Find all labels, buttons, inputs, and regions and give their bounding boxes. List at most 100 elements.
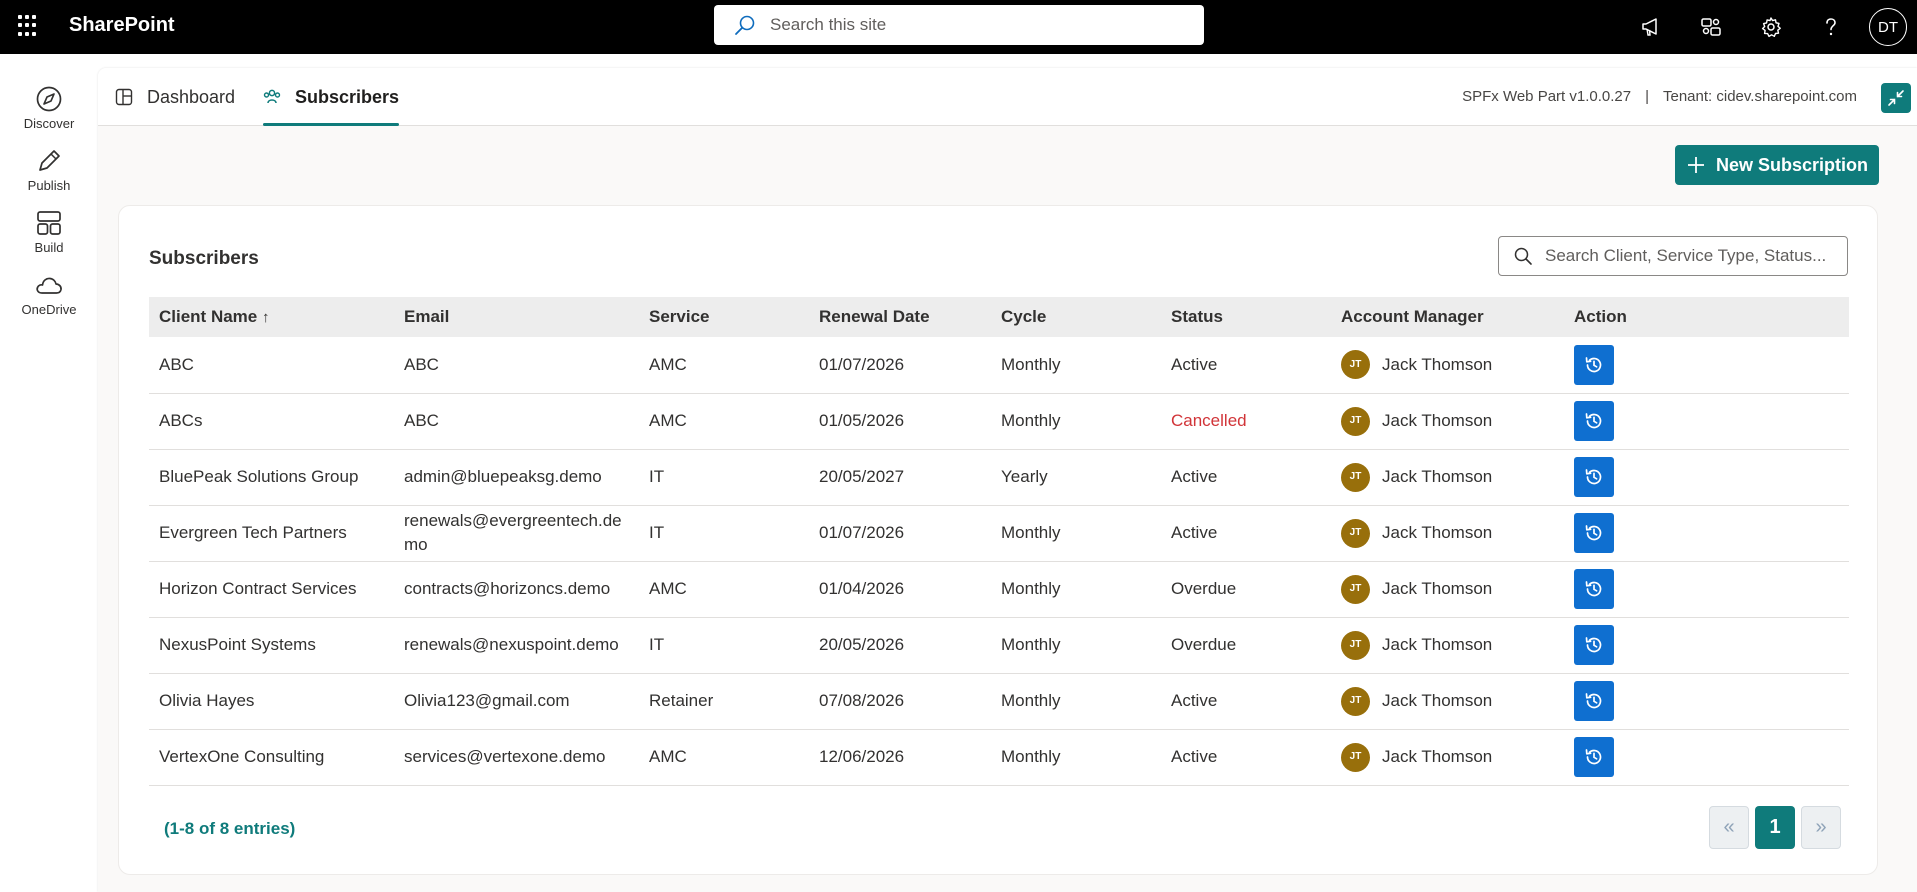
suite-bar: SharePoint DT bbox=[0, 0, 1917, 54]
table-row: VertexOne Consulting services@vertexone.d… bbox=[149, 729, 1849, 786]
column-header-account-manager[interactable]: Account Manager bbox=[1331, 297, 1564, 337]
user-avatar[interactable]: DT bbox=[1869, 8, 1907, 46]
renewal-history-button[interactable] bbox=[1574, 625, 1614, 665]
column-header-client[interactable]: Client Name ↑ bbox=[149, 297, 394, 337]
renewal-history-button[interactable] bbox=[1574, 569, 1614, 609]
table-row: Olivia Hayes Olivia123@gmail.com Retainer 0… bbox=[149, 673, 1849, 730]
email-cell: renewals@nexuspoint.demo bbox=[394, 617, 639, 674]
app-bar: Discover Publish Build OneDrive bbox=[0, 54, 98, 892]
column-header-service[interactable]: Service bbox=[639, 297, 809, 337]
renewal-date-cell: 20/05/2026 bbox=[809, 617, 991, 674]
account-manager-cell: JT Jack Thomson bbox=[1331, 505, 1564, 562]
renewal-date-cell: 01/07/2026 bbox=[809, 337, 991, 394]
email-text: renewals@nexuspoint.demo bbox=[404, 635, 619, 654]
column-header-action: Action bbox=[1574, 307, 1627, 326]
service-cell: AMC bbox=[639, 561, 809, 618]
manager-avatar: JT bbox=[1341, 462, 1370, 492]
email-cell: ABC bbox=[394, 337, 639, 394]
suite-actions: DT bbox=[1621, 0, 1917, 54]
page-button-current[interactable]: 1 bbox=[1755, 806, 1795, 849]
tab-subscribers[interactable]: Subscribers bbox=[263, 68, 400, 126]
email-text: ABC bbox=[404, 411, 439, 430]
manager-avatar: JT bbox=[1341, 574, 1370, 604]
column-header-cycle[interactable]: Cycle bbox=[991, 297, 1161, 337]
app-title[interactable]: SharePoint bbox=[69, 14, 175, 37]
appbar-item-discover[interactable]: Discover bbox=[0, 84, 98, 142]
column-label: Client Name bbox=[159, 307, 258, 326]
manager-name: Jack Thomson bbox=[1382, 411, 1493, 430]
table-header-row: Client Name ↑ Email Service Renewal Date… bbox=[149, 297, 1849, 337]
history-icon bbox=[1585, 581, 1602, 597]
status-cell: Active bbox=[1161, 729, 1331, 786]
action-cell bbox=[1564, 449, 1849, 506]
cycle-cell: Monthly bbox=[991, 393, 1161, 450]
megaphone-icon[interactable] bbox=[1621, 0, 1681, 54]
action-cell bbox=[1564, 617, 1849, 674]
people-icon bbox=[263, 88, 281, 106]
site-search-box[interactable] bbox=[714, 5, 1204, 45]
entries-summary: (1-8 of 8 entries) bbox=[164, 819, 296, 838]
appbar-item-onedrive[interactable]: OneDrive bbox=[0, 270, 98, 328]
gear-icon[interactable] bbox=[1741, 0, 1801, 54]
appbar-label: OneDrive bbox=[21, 302, 77, 317]
client-name-cell: Horizon Contract Services bbox=[149, 561, 394, 618]
webpart-meta: SPFx Web Part v1.0.0.27 | Tenant: cidev.… bbox=[1462, 88, 1857, 105]
site-search-input[interactable] bbox=[770, 15, 1190, 35]
cycle-cell: Monthly bbox=[991, 505, 1161, 562]
cycle-cell: Monthly bbox=[991, 561, 1161, 618]
help-icon[interactable] bbox=[1801, 0, 1861, 54]
table-row: NexusPoint Systems renewals@nexuspoint.de… bbox=[149, 617, 1849, 674]
previous-page-button[interactable]: « bbox=[1709, 806, 1749, 849]
history-icon bbox=[1585, 637, 1602, 653]
status-text: Cancelled bbox=[1171, 411, 1247, 430]
table-search-input[interactable] bbox=[1545, 246, 1845, 266]
status-cell: Active bbox=[1161, 673, 1331, 730]
next-page-button[interactable]: » bbox=[1801, 806, 1841, 849]
appbar-item-publish[interactable]: Publish bbox=[0, 146, 98, 204]
manager-avatar: JT bbox=[1341, 518, 1370, 548]
status-text: Active bbox=[1171, 467, 1218, 486]
renewal-date-cell: 07/08/2026 bbox=[809, 673, 991, 730]
email-cell: admin@bluepeaksg.demo bbox=[394, 449, 639, 506]
app-launcher-icon[interactable] bbox=[18, 15, 40, 37]
search-icon bbox=[735, 15, 755, 35]
renewal-history-button[interactable] bbox=[1574, 681, 1614, 721]
collapse-button[interactable] bbox=[1881, 83, 1911, 113]
compass-icon bbox=[36, 86, 62, 112]
new-subscription-label: New Subscription bbox=[1715, 154, 1868, 175]
service-cell: IT bbox=[639, 617, 809, 674]
client-name-cell: BluePeak Solutions Group bbox=[149, 449, 394, 506]
service-cell: AMC bbox=[639, 729, 809, 786]
email-text: admin@bluepeaksg.demo bbox=[404, 467, 602, 486]
client-name-cell: ABCs bbox=[149, 393, 394, 450]
pen-icon bbox=[39, 150, 60, 171]
history-icon bbox=[1585, 413, 1602, 429]
column-header-renewal-date[interactable]: Renewal Date bbox=[809, 297, 991, 337]
account-manager-cell: JT Jack Thomson bbox=[1331, 729, 1564, 786]
status-text: Overdue bbox=[1171, 635, 1237, 654]
new-subscription-button[interactable]: New Subscription bbox=[1675, 145, 1879, 185]
cycle-cell: Monthly bbox=[991, 673, 1161, 730]
column-header-email[interactable]: Email bbox=[394, 297, 639, 337]
column-header-status[interactable]: Status bbox=[1161, 297, 1331, 337]
cycle-cell: Monthly bbox=[991, 729, 1161, 786]
feedback-icon[interactable] bbox=[1681, 0, 1741, 54]
renewal-history-button[interactable] bbox=[1574, 737, 1614, 777]
renewal-date-cell: 20/05/2027 bbox=[809, 449, 991, 506]
tab-bar: Dashboard Subscribers SPFx Web Part v1.0… bbox=[98, 68, 1917, 126]
tab-dashboard[interactable]: Dashboard bbox=[115, 68, 235, 126]
appbar-item-build[interactable]: Build bbox=[0, 208, 98, 266]
status-text: Active bbox=[1171, 354, 1218, 374]
dashboard-icon bbox=[115, 88, 133, 106]
action-cell bbox=[1564, 729, 1849, 786]
renewal-history-button[interactable] bbox=[1574, 344, 1614, 385]
renewal-date-cell: 01/05/2026 bbox=[809, 393, 991, 450]
renewal-history-button[interactable] bbox=[1574, 513, 1614, 553]
table-search-box[interactable] bbox=[1498, 236, 1848, 276]
renewal-history-button[interactable] bbox=[1574, 457, 1614, 497]
renewal-history-button[interactable] bbox=[1574, 401, 1614, 441]
table-row: Horizon Contract Services contracts@horiz… bbox=[149, 561, 1849, 618]
manager-name: Jack Thomson bbox=[1382, 467, 1493, 486]
status-cell: Active bbox=[1161, 337, 1331, 394]
table-row: Evergreen Tech Partners renewals@evergree… bbox=[149, 505, 1849, 562]
